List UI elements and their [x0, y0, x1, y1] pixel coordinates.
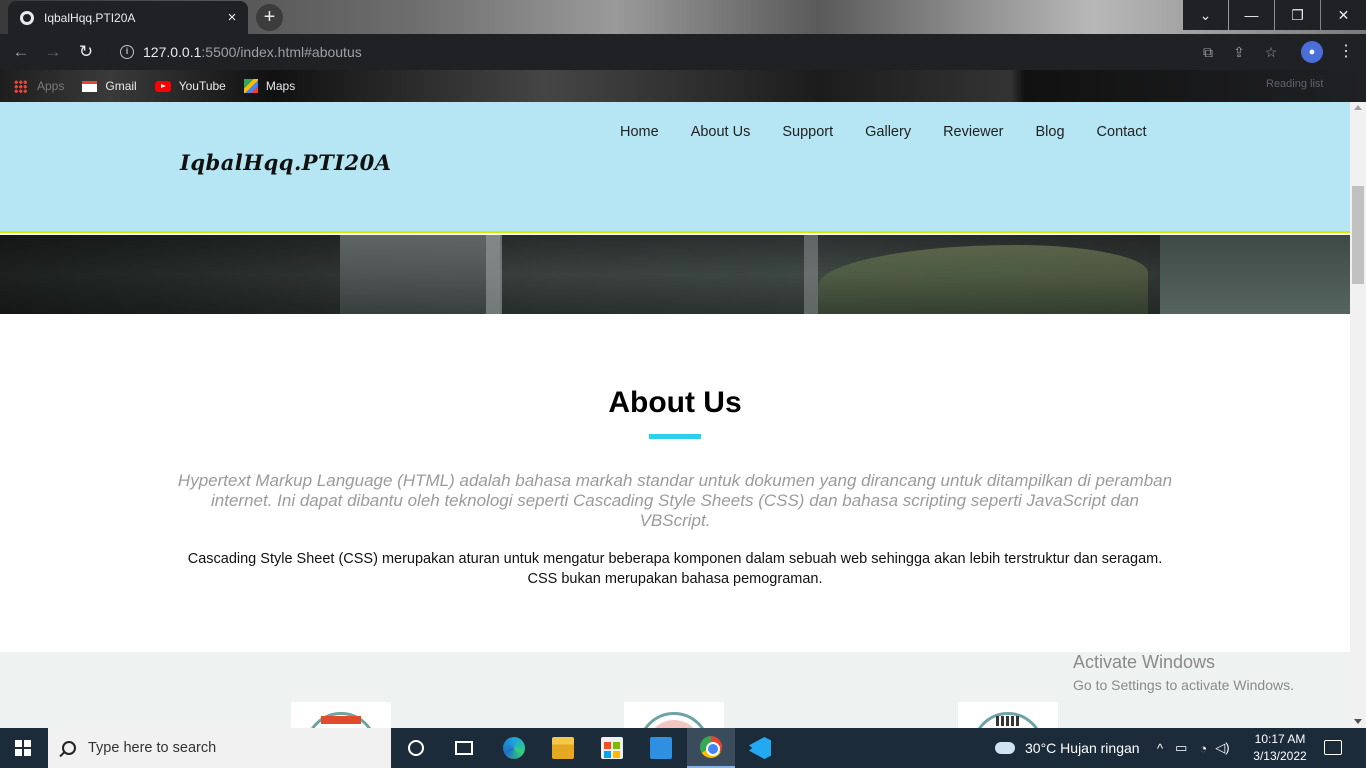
file-explorer-app[interactable] — [539, 728, 587, 768]
tab-title: IqbalHqq.PTI20A — [44, 10, 136, 25]
browser-tab[interactable]: IqbalHqq.PTI20A × — [8, 1, 248, 34]
battery-icon[interactable]: ▭ — [1175, 740, 1187, 756]
bookmark-youtube[interactable]: YouTube — [154, 79, 226, 93]
bookmark-label: Apps — [37, 79, 65, 93]
weather-widget[interactable]: 30°C Hujan ringan — [995, 728, 1140, 768]
share-icon[interactable]: ⇪ — [1229, 42, 1249, 62]
taskbar-search-placeholder: Type here to search — [88, 740, 217, 756]
site-nav: Home About Us Support Gallery Reviewer B… — [604, 124, 1163, 140]
search-icon — [62, 741, 76, 755]
nav-blog[interactable]: Blog — [1036, 124, 1065, 140]
title-underline — [649, 434, 701, 439]
service-icon — [638, 712, 710, 728]
nav-reviewer[interactable]: Reviewer — [943, 124, 1003, 140]
edge-icon — [503, 737, 525, 759]
mail-icon — [650, 737, 672, 759]
scroll-up-icon[interactable] — [1354, 105, 1362, 110]
info-icon[interactable]: i — [120, 45, 134, 59]
page-viewport: IqbalHqq.PTI20A Home About Us Support Ga… — [0, 102, 1350, 728]
url-path: :5500/index.html#aboutus — [201, 44, 362, 60]
gmail-icon — [82, 80, 98, 92]
close-window-button[interactable]: ✕ — [1321, 0, 1366, 30]
about-section: About Us Hypertext Markup Language (HTML… — [0, 314, 1350, 652]
cortana-icon — [408, 740, 424, 756]
watermark-subtitle: Go to Settings to activate Windows. — [1073, 677, 1294, 693]
about-body-text: Cascading Style Sheet (CSS) merupakan at… — [187, 551, 1163, 587]
reading-list-button[interactable]: Reading list — [1266, 78, 1323, 90]
tab-search-button[interactable]: ⌄ — [1183, 0, 1228, 30]
youtube-icon — [154, 80, 171, 92]
service-card[interactable] — [624, 702, 724, 728]
maps-icon — [243, 79, 258, 93]
nav-support[interactable]: Support — [782, 124, 833, 140]
bookmark-maps[interactable]: Maps — [243, 79, 296, 93]
vscode-icon — [749, 737, 771, 759]
nav-gallery[interactable]: Gallery — [865, 124, 911, 140]
edge-app[interactable] — [490, 728, 538, 768]
chrome-app[interactable] — [687, 728, 735, 768]
folder-icon — [552, 737, 574, 759]
clock-time: 10:17 AM — [1254, 732, 1306, 746]
service-card[interactable] — [958, 702, 1058, 728]
chevron-up-icon[interactable]: ^ — [1157, 741, 1163, 756]
nav-home[interactable]: Home — [620, 124, 659, 140]
browser-tab-strip: IqbalHqq.PTI20A × + ⌄ — ❐ ✕ — [0, 0, 1366, 34]
nav-contact[interactable]: Contact — [1097, 124, 1147, 140]
bookmark-apps[interactable]: Apps — [14, 79, 64, 93]
windows-start-icon[interactable] — [15, 740, 31, 756]
translate-icon[interactable]: ⧉ — [1198, 42, 1218, 62]
store-app[interactable] — [588, 728, 636, 768]
bookmark-star-icon[interactable]: ☆ — [1261, 42, 1281, 62]
wifi-icon[interactable]: ◔ — [1199, 741, 1207, 756]
browser-menu-icon[interactable]: ⋮ — [1338, 42, 1354, 62]
task-view-icon — [455, 741, 473, 755]
reload-button[interactable]: ↻ — [73, 40, 99, 64]
bookmarks-bar: Apps Gmail YouTube Maps — [0, 70, 1366, 102]
windows-taskbar: Type here to search 30°C Hujan ringan ^ … — [0, 728, 1366, 768]
store-icon — [601, 737, 623, 759]
mail-app[interactable] — [637, 728, 685, 768]
page-scrollbar[interactable] — [1350, 102, 1366, 728]
about-lead-text: Hypertext Markup Language (HTML) adalah … — [177, 471, 1173, 530]
clock-date: 3/13/2022 — [1253, 749, 1307, 763]
weather-text: 30°C Hujan ringan — [1025, 740, 1140, 756]
address-bar[interactable]: i 127.0.0.1 :5500/index.html#aboutus — [108, 38, 1288, 66]
globe-icon — [20, 10, 34, 25]
scrollbar-thumb[interactable] — [1352, 186, 1364, 284]
new-tab-button[interactable]: + — [256, 4, 283, 31]
scroll-down-icon[interactable] — [1354, 719, 1362, 724]
service-card[interactable] — [291, 702, 391, 728]
apps-grid-icon — [14, 79, 27, 93]
activate-windows-watermark: Activate Windows Go to Settings to activ… — [1073, 652, 1294, 693]
browser-toolbar: ← → ↻ i 127.0.0.1 :5500/index.html#about… — [0, 34, 1366, 70]
restore-button[interactable]: ❐ — [1275, 0, 1320, 30]
nav-about-us[interactable]: About Us — [691, 124, 751, 140]
profile-avatar-icon[interactable]: ● — [1301, 41, 1323, 63]
site-header: IqbalHqq.PTI20A Home About Us Support Ga… — [0, 102, 1350, 233]
bookmark-label: YouTube — [178, 79, 226, 93]
cloud-rain-icon — [995, 742, 1015, 754]
volume-icon[interactable]: ◁) — [1215, 740, 1229, 756]
cortana-button[interactable] — [392, 728, 440, 768]
task-view-button[interactable] — [440, 728, 488, 768]
watermark-title: Activate Windows — [1073, 652, 1216, 672]
minimize-button[interactable]: — — [1229, 0, 1274, 30]
chrome-icon — [700, 736, 722, 758]
close-tab-icon[interactable]: × — [220, 9, 244, 26]
system-tray: ^ ▭ ◔ ◁) — [1157, 728, 1230, 768]
bookmark-gmail[interactable]: Gmail — [82, 79, 137, 93]
taskbar-clock[interactable]: 10:17 AM 3/13/2022 — [1248, 731, 1312, 765]
vscode-app[interactable] — [736, 728, 784, 768]
forward-button[interactable]: → — [40, 40, 66, 64]
taskbar-search-box[interactable]: Type here to search — [48, 728, 391, 768]
site-logo[interactable]: IqbalHqq.PTI20A — [180, 150, 392, 175]
hero-image — [0, 235, 1350, 314]
section-title: About Us — [608, 386, 742, 419]
notification-icon[interactable] — [1324, 740, 1342, 755]
bookmark-label: Maps — [265, 79, 296, 93]
back-button[interactable]: ← — [8, 40, 34, 64]
bookmark-label: Gmail — [105, 79, 137, 93]
url-host: 127.0.0.1 — [143, 44, 202, 60]
